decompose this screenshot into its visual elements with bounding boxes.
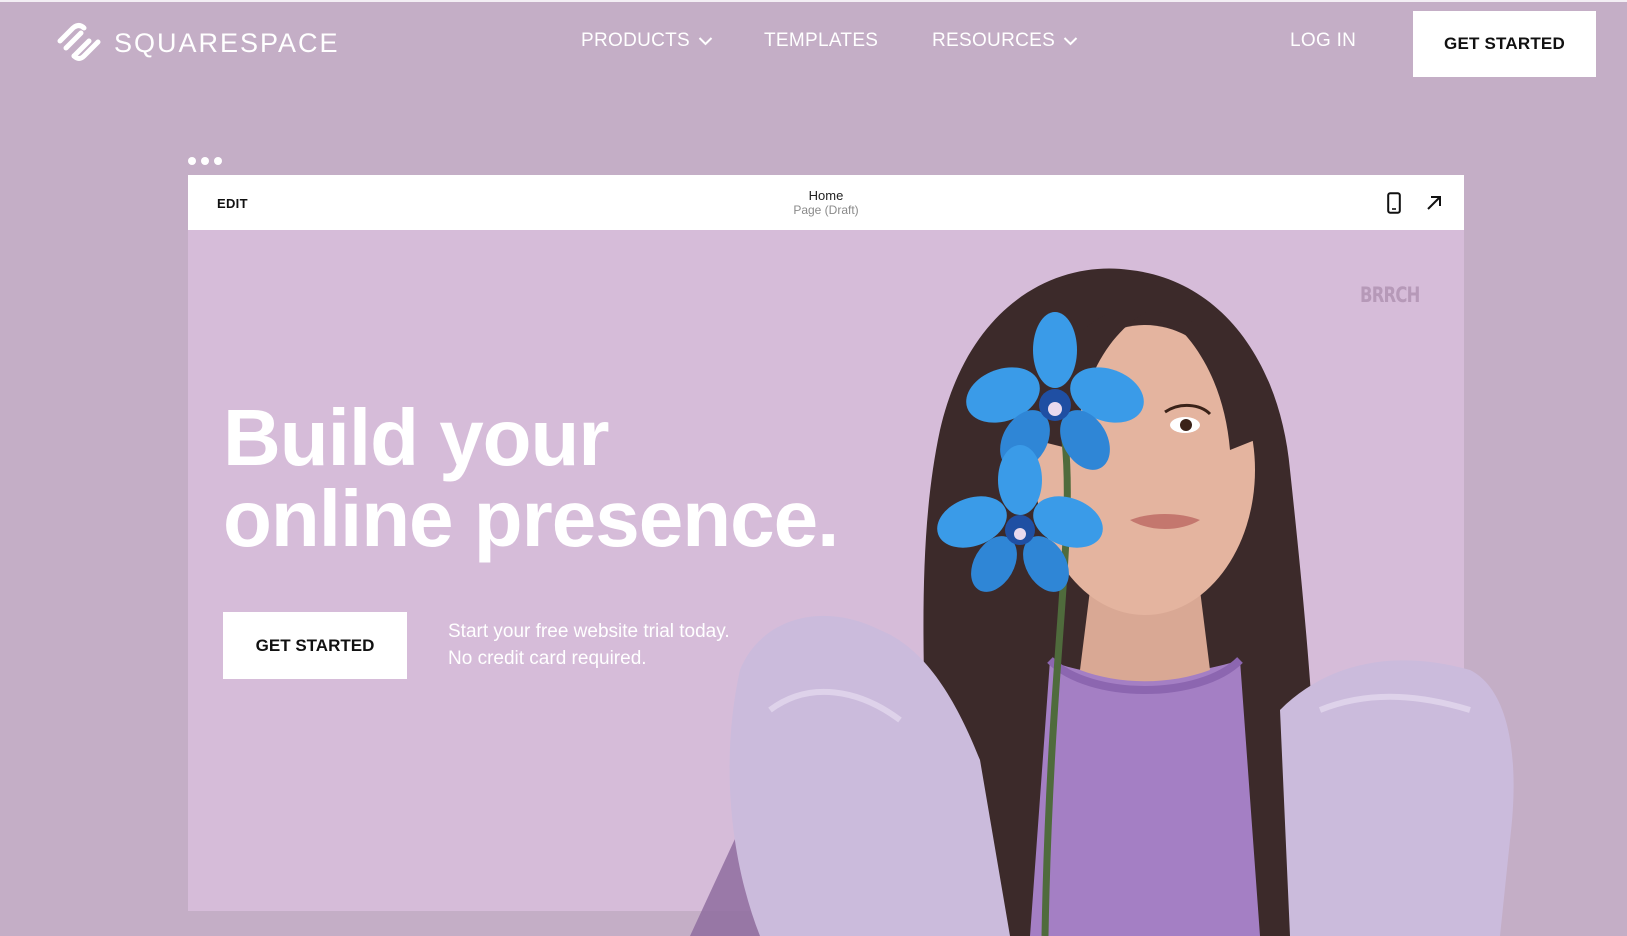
window-dot [188, 157, 196, 165]
site-brand-mark: BRRCH [1360, 283, 1420, 307]
hero-title-line-1: Build your [223, 393, 610, 482]
chevron-down-icon [1063, 36, 1078, 46]
hero-title: Build your online presence. [223, 393, 839, 563]
nav-get-started-button[interactable]: GET STARTED [1413, 11, 1596, 77]
editor-preview-frame: EDIT Home Page (Draft) BRRCH Build your … [188, 175, 1464, 911]
page-status: Page (Draft) [793, 203, 859, 217]
editor-toolbar: EDIT Home Page (Draft) [188, 175, 1464, 230]
hero-subtext-line-1: Start your free website trial today. [448, 621, 730, 642]
page-title-block: Home Page (Draft) [188, 188, 1464, 218]
window-dots [188, 157, 222, 165]
nav-products-label: PRODUCTS [581, 30, 691, 51]
top-edge [0, 0, 1627, 2]
hero-get-started-button[interactable]: GET STARTED [223, 612, 407, 679]
page-title: Home [808, 188, 844, 203]
window-dot [201, 157, 209, 165]
nav-products[interactable]: PRODUCTS [581, 30, 713, 52]
login-label: LOG IN [1290, 30, 1357, 51]
nav-resources[interactable]: RESOURCES [932, 30, 1078, 52]
nav-resources-label: RESOURCES [932, 30, 1056, 51]
hero-title-line-2: online presence. [223, 474, 839, 563]
nav-templates[interactable]: TEMPLATES [764, 30, 878, 52]
window-dot [214, 157, 222, 165]
mobile-preview-icon[interactable] [1381, 190, 1407, 216]
hero-subtext: Start your free website trial today. No … [448, 618, 730, 672]
nav-templates-label: TEMPLATES [764, 30, 879, 51]
open-external-arrow-icon[interactable] [1421, 190, 1447, 216]
hero-subtext-line-2: No credit card required. [448, 648, 647, 669]
main-nav: PRODUCTS TEMPLATES RESOURCES LOG IN [0, 30, 1627, 56]
chevron-down-icon [698, 36, 713, 46]
login-link[interactable]: LOG IN [1290, 30, 1356, 52]
